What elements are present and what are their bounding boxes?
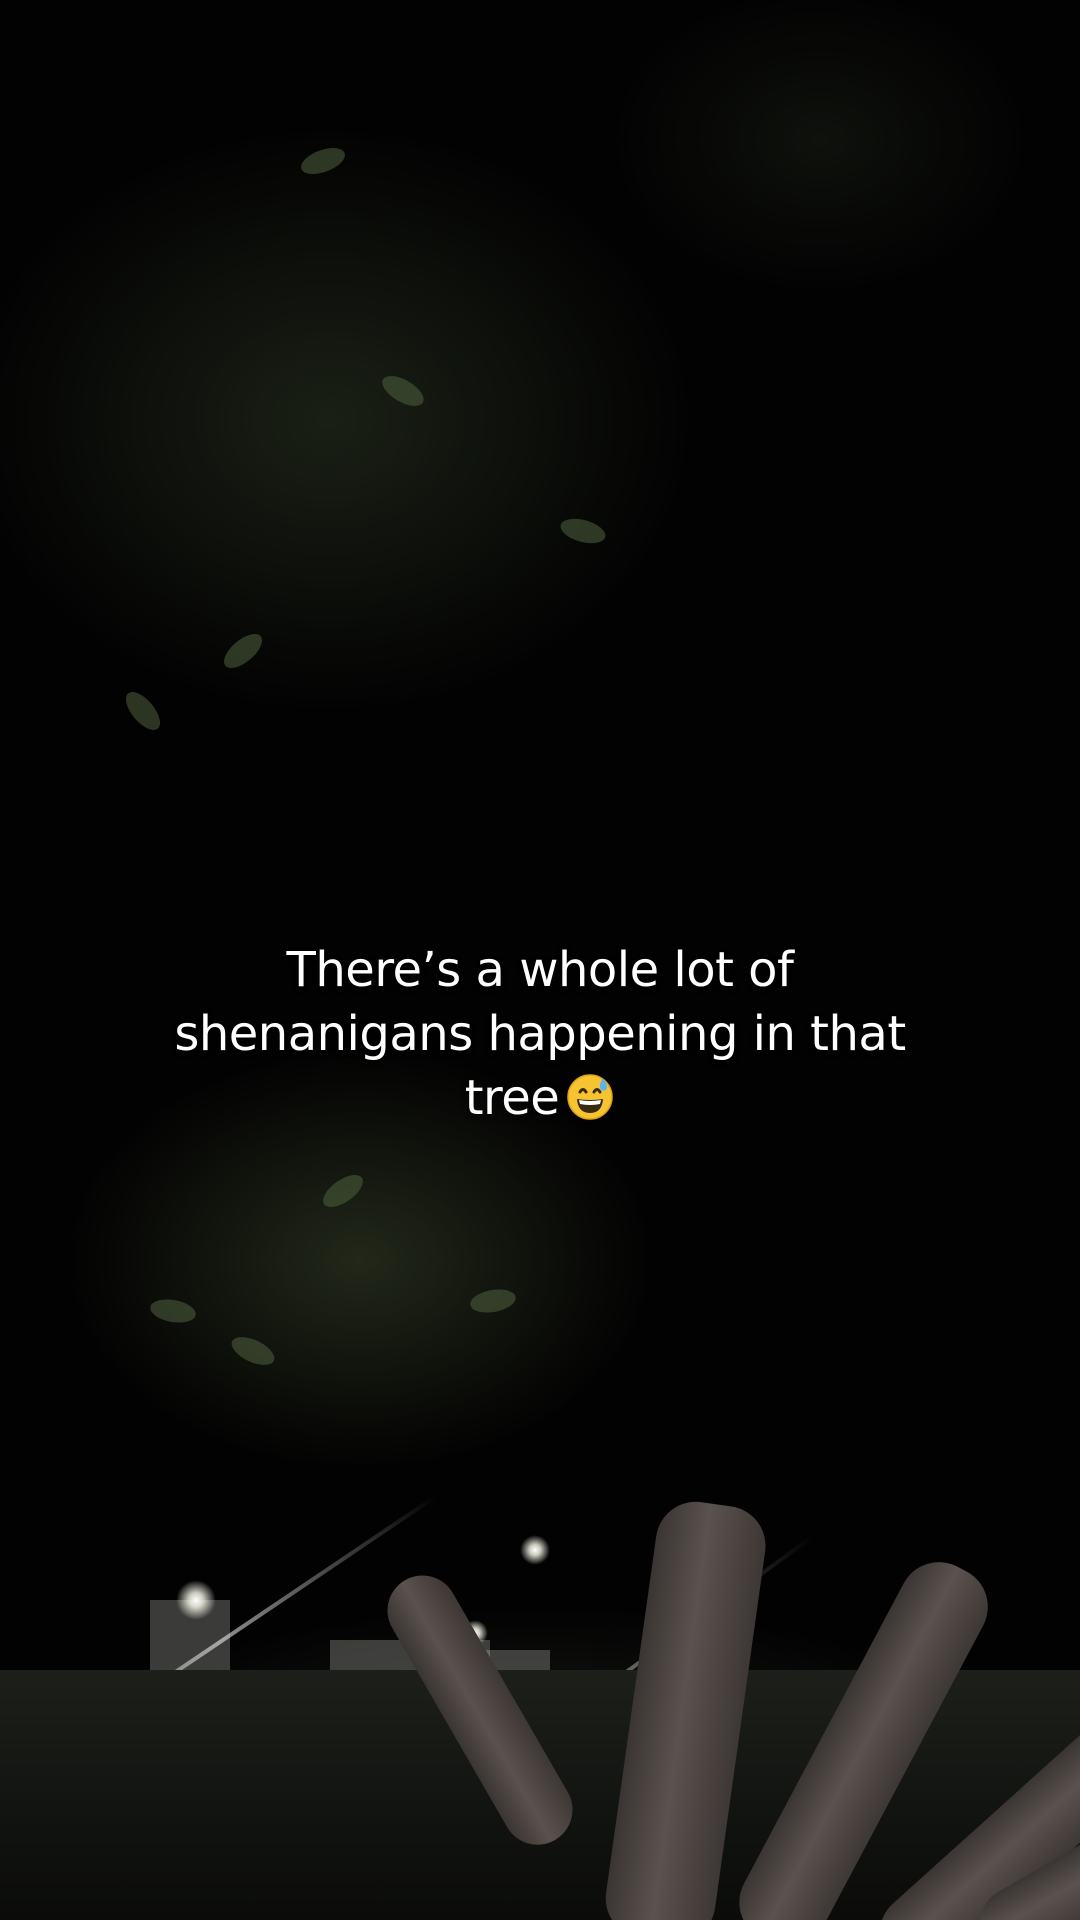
foliage-leaf (557, 514, 609, 548)
street-light (176, 1580, 216, 1620)
foliage-leaf (218, 627, 268, 675)
foliage-leaf (468, 1286, 518, 1316)
foliage-leaf (317, 1168, 369, 1214)
foliage-leaf (377, 369, 429, 413)
foliage-leaf (119, 686, 167, 736)
foliage-leaf (227, 1331, 279, 1371)
foliage-leaf (297, 142, 349, 180)
foliage-leaf (148, 1296, 198, 1326)
video-caption: There’s a whole lot of shenanigans happe… (140, 938, 940, 1130)
grinning-face-with-sweat-icon (567, 1074, 614, 1120)
caption-text: There’s a whole lot of shenanigans happe… (174, 942, 906, 1126)
street-light (520, 1535, 550, 1565)
